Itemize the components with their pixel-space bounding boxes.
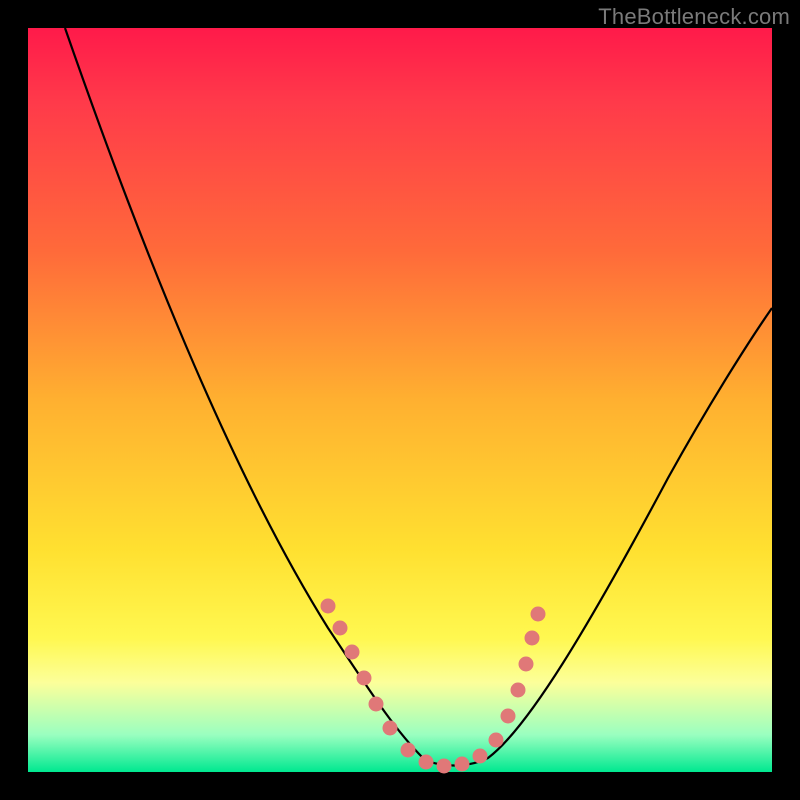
marker-group — [321, 599, 545, 773]
chart-frame: TheBottleneck.com — [0, 0, 800, 800]
watermark-text: TheBottleneck.com — [598, 4, 790, 30]
plot-area — [28, 28, 772, 772]
curve-layer — [28, 28, 772, 772]
bottleneck-curve — [65, 28, 772, 766]
